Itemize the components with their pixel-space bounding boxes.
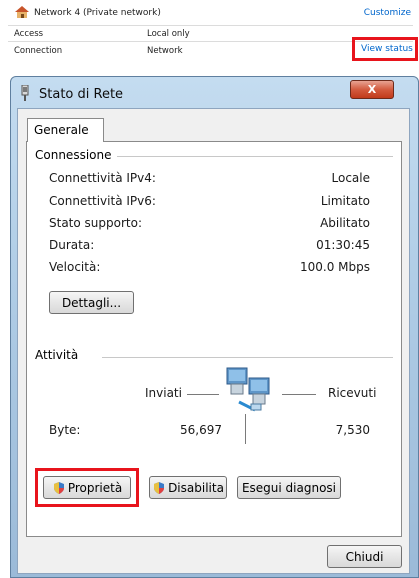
speed-label: Velocità: [49,260,101,274]
bytes-received-value: 7,530 [335,423,370,437]
connection-value: Network [147,46,183,56]
network-adapter-icon [21,85,29,101]
received-line [282,394,316,395]
ipv6-label: Connettività IPv6: [49,194,156,208]
window-close-button[interactable]: X [350,80,394,99]
network-status-dialog: Stato di Rete X Generale Connessione Con… [10,76,419,578]
activity-group-title: Attività [35,348,83,362]
properties-highlight [35,468,139,507]
bytes-label: Byte: [49,423,81,437]
speed-value: 100.0 Mbps [299,260,370,274]
group-divider [102,357,393,358]
divider [8,25,413,26]
activity-divider [245,414,246,444]
access-label: Access [14,29,44,39]
network-house-icon [15,6,29,18]
customize-link[interactable]: Customize [364,8,411,18]
window-title: Stato di Rete [39,87,124,102]
disable-label: Disabilita [168,480,224,495]
details-button[interactable]: Dettagli... [49,291,134,314]
sent-line [187,394,219,395]
connection-label: Connection [14,46,63,56]
disable-button[interactable]: Disabilita [149,476,227,499]
group-divider [117,156,393,157]
view-status-link[interactable]: View status [361,44,413,54]
diagnose-button[interactable]: Esegui diagnosi [237,476,341,499]
received-label: Ricevuti [328,386,377,400]
ipv4-value: Locale [331,171,370,185]
sent-label: Inviati [145,386,182,400]
ipv6-value: Limitato [320,194,370,208]
tab-panel: Connessione Connettività IPv4: Locale Co… [26,141,402,537]
dialog-client-area: Generale Connessione Connettività IPv4: … [17,108,410,574]
network-name: Network 4 (Private network) [34,8,161,18]
media-state-label: Stato supporto: [49,216,142,230]
media-state-value: Abilitato [320,216,370,230]
close-button[interactable]: Chiudi [327,545,402,568]
network-header: Network 4 (Private network) Customize [0,5,419,21]
network-computers-icon [226,367,270,412]
access-value: Local only [147,29,190,39]
connection-group-title: Connessione [35,148,116,162]
duration-value: 01:30:45 [316,238,370,252]
bytes-sent-value: 56,697 [180,423,222,437]
tab-generale[interactable]: Generale [27,118,104,142]
uac-shield-icon [154,481,165,494]
ipv4-label: Connettività IPv4: [49,171,156,185]
network-panel: Network 4 (Private network) Customize Ac… [0,0,419,64]
view-status-highlight: View status [352,37,418,61]
duration-label: Durata: [49,238,95,252]
